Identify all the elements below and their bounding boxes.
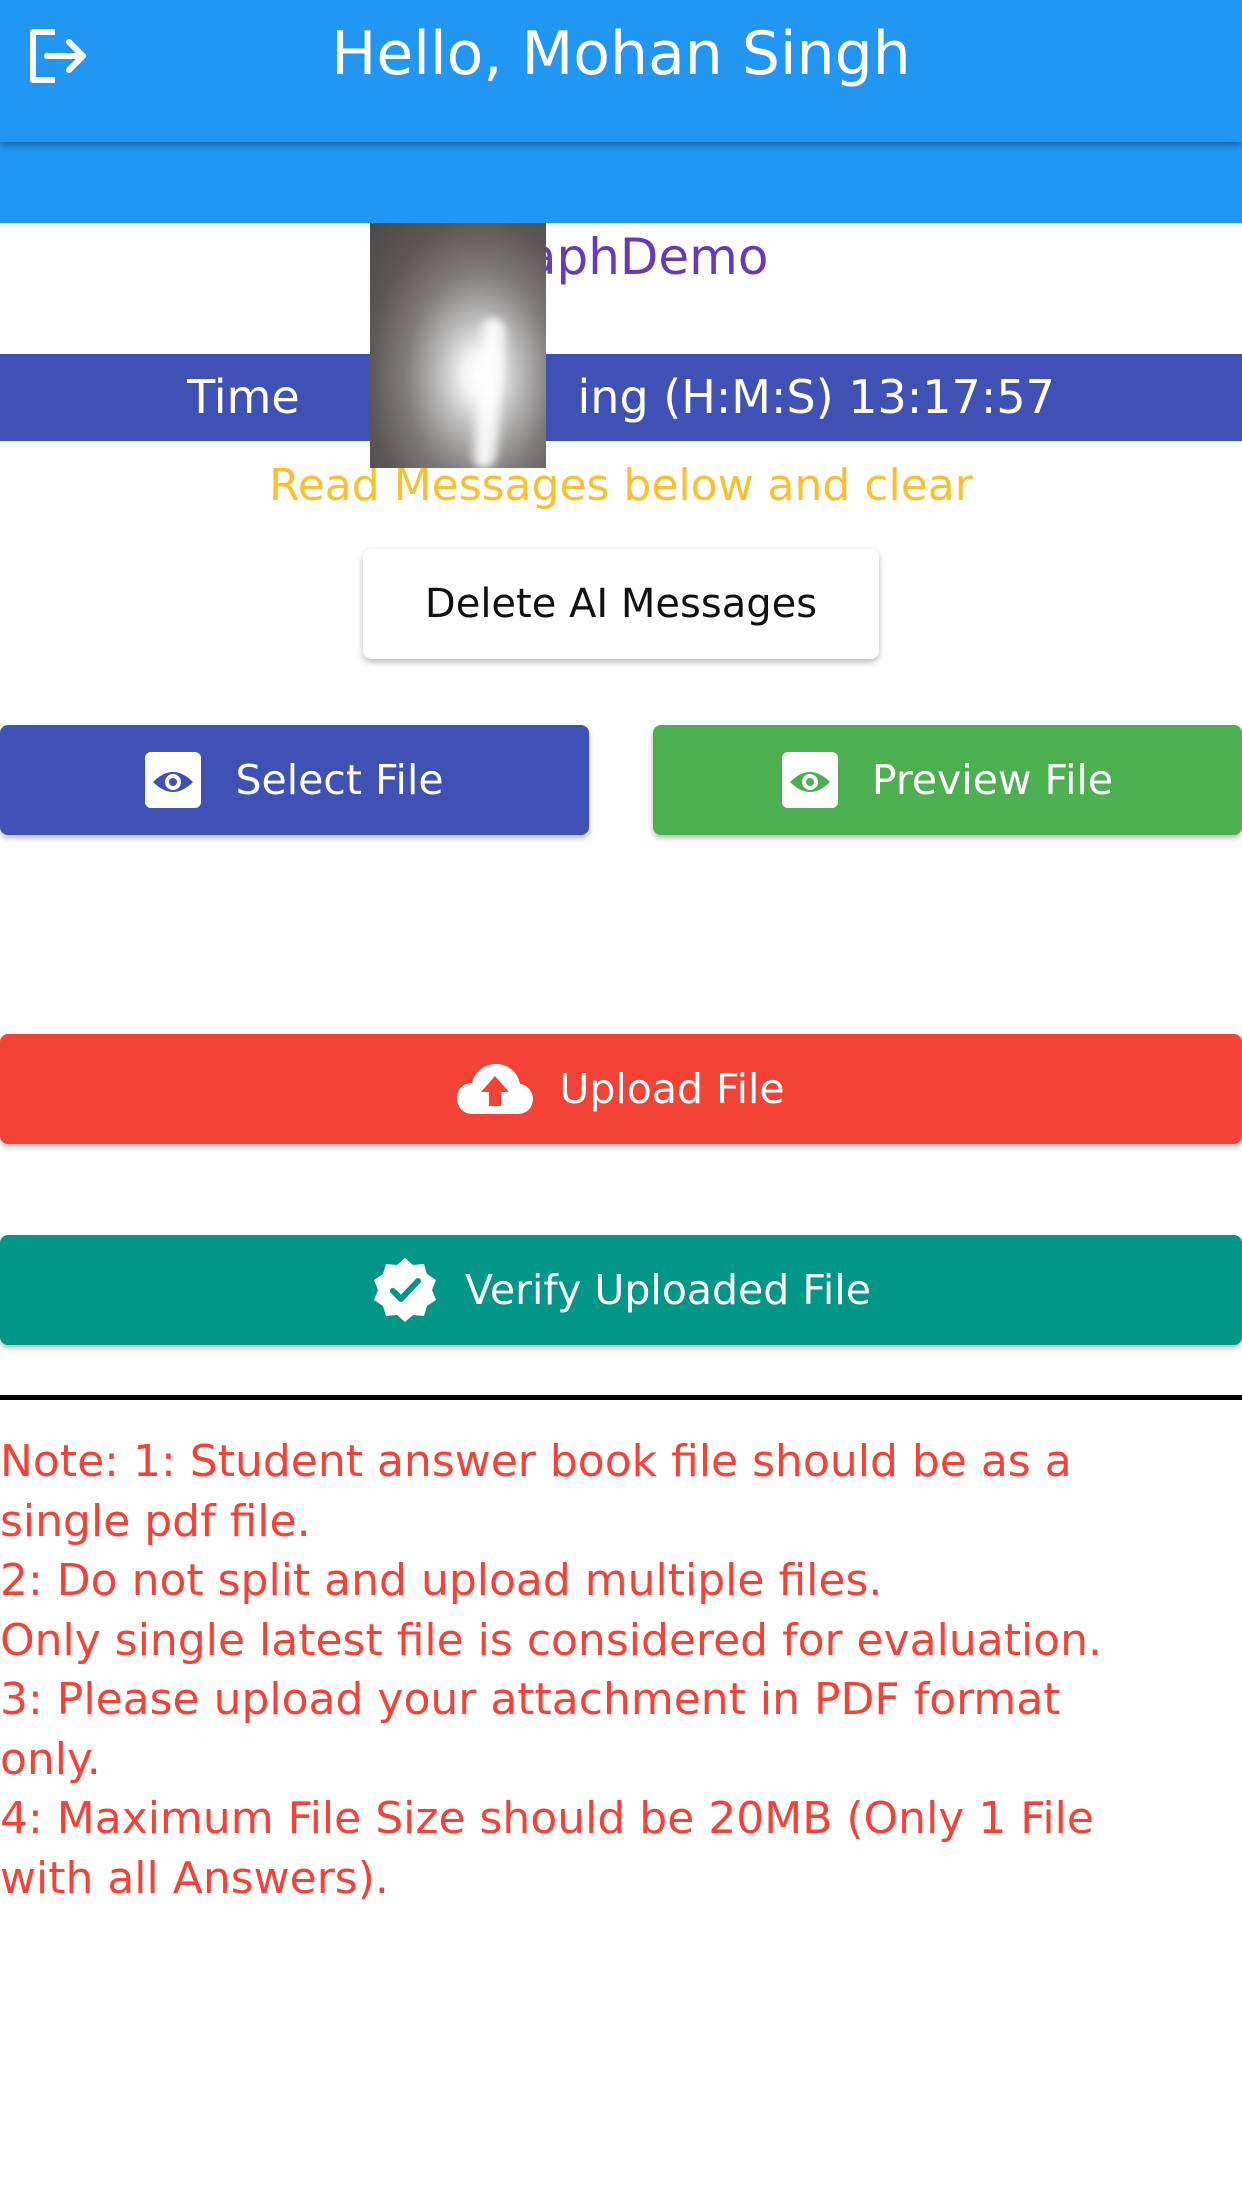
delete-ai-messages-button[interactable]: Delete AI Messages xyxy=(363,549,879,659)
instruction-text: Read Messages below and clear xyxy=(269,460,973,511)
select-file-button[interactable]: Select File xyxy=(0,725,589,835)
note-line: Note: 1: Student answer book file should… xyxy=(0,1436,1072,1487)
verified-badge-icon xyxy=(371,1256,439,1324)
note-line: only. xyxy=(0,1733,101,1785)
app-bar: Hello, Mohan Singh xyxy=(0,0,1242,142)
upload-file-button[interactable]: Upload File xyxy=(0,1034,1242,1144)
preview-file-button[interactable]: Preview File xyxy=(653,725,1242,835)
verify-uploaded-file-label: Verify Uploaded File xyxy=(465,1266,871,1314)
eye-icon xyxy=(781,752,838,808)
note-line: 2: Do not split and upload multiple file… xyxy=(0,1555,883,1606)
note-line: 4: Maximum File Size should be 20MB (Onl… xyxy=(0,1793,1094,1844)
upload-file-label: Upload File xyxy=(559,1065,785,1113)
verify-uploaded-file-button[interactable]: Verify Uploaded File xyxy=(0,1235,1242,1345)
cloud-upload-icon xyxy=(457,1062,534,1116)
time-remaining-text: Time ing (H:M:S) 13:17:57 xyxy=(187,370,1055,424)
camera-light-glare xyxy=(468,317,508,468)
note-line: Only single latest file is considered fo… xyxy=(0,1614,1102,1666)
app-bar-extension xyxy=(0,142,1242,223)
course-name: graphDemo xyxy=(473,228,769,286)
time-remaining-bar: Time ing (H:M:S) 13:17:57 xyxy=(0,354,1242,441)
camera-preview xyxy=(370,223,546,468)
eye-icon xyxy=(145,752,202,808)
preview-file-label: Preview File xyxy=(871,756,1114,804)
note-line: single pdf file. xyxy=(0,1495,311,1547)
divider xyxy=(0,1395,1242,1400)
select-file-label: Select File xyxy=(235,756,444,804)
page-title: Hello, Mohan Singh xyxy=(331,19,911,89)
note-line: 3: Please upload your attachment in PDF … xyxy=(0,1674,1061,1725)
note-line: with all Answers). xyxy=(0,1852,389,1904)
upload-notes: Note: 1: Student answer book file should… xyxy=(0,1432,1242,1908)
